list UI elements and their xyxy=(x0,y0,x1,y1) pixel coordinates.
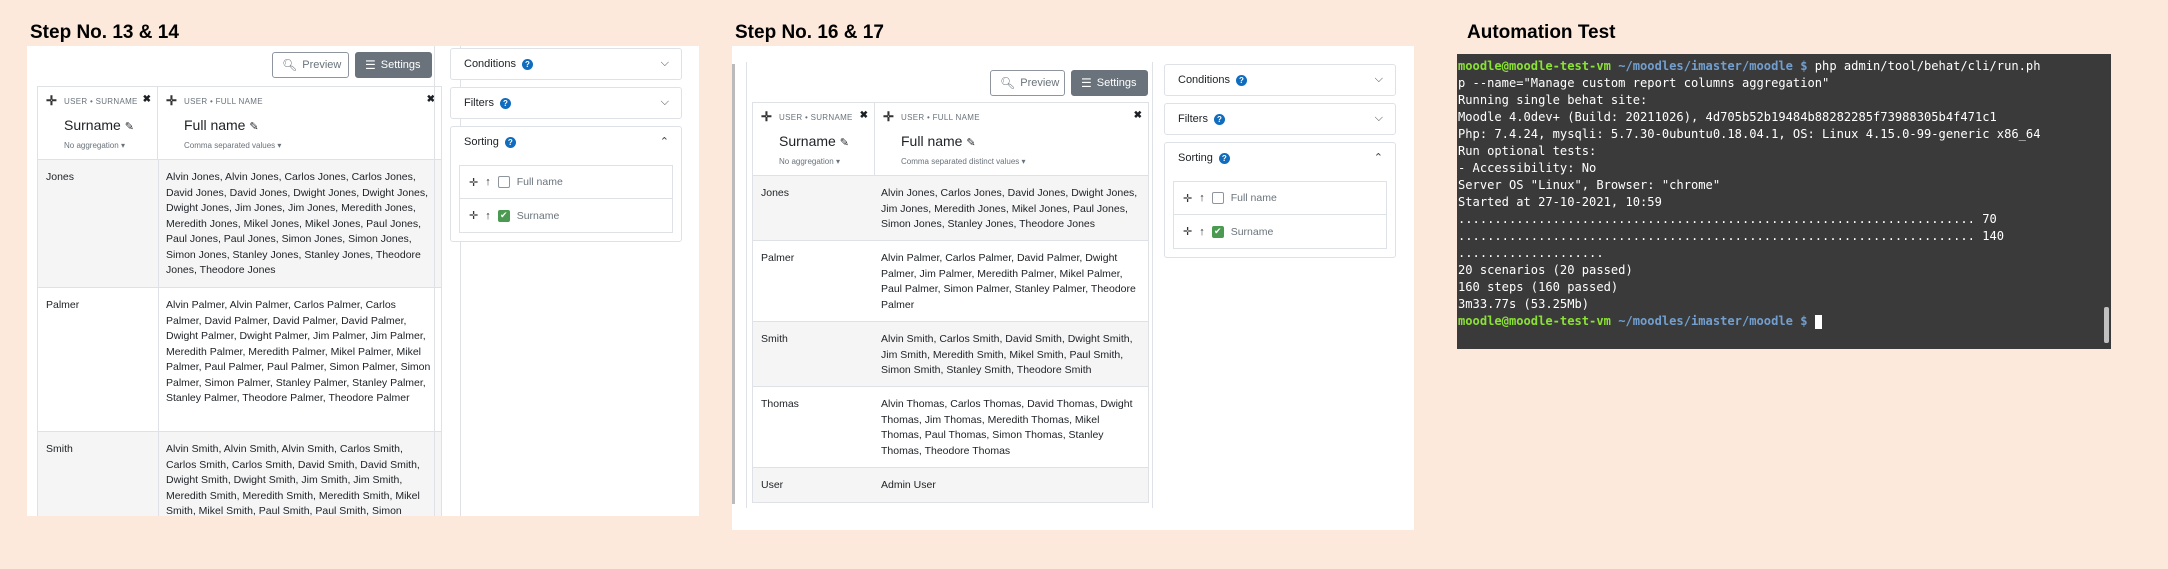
chevron-up-icon[interactable]: ⌃ xyxy=(1374,151,1383,164)
help-icon: ? xyxy=(1213,113,1225,125)
help-icon: ? xyxy=(1218,152,1230,164)
table-row: Jones Alvin Jones, Carlos Jones, David J… xyxy=(753,175,1148,241)
close-icon[interactable]: ✖ xyxy=(143,94,151,105)
filters-section[interactable]: Filters? ⌵ xyxy=(450,87,682,119)
report-table: ✛ USER • SURNAME ✖ Surname ✎ No aggregat… xyxy=(37,86,442,516)
report-table: ✛ USER • SURNAME ✖ Surname ✎ No aggregat… xyxy=(752,102,1149,503)
sorting-section: Sorting? ⌃ ✛ ↑ Full name ✛ ↑ ✔ Surname xyxy=(450,126,682,242)
arrow-up-icon: ↑ xyxy=(485,176,491,188)
sorting-section: Sorting? ⌃ ✛ ↑ Full name ✛ ↑ ✔ Surname xyxy=(1164,142,1396,258)
table-row: Palmer Alvin Palmer, Carlos Palmer, Davi… xyxy=(753,240,1148,322)
sort-checkbox[interactable] xyxy=(497,176,510,188)
arrow-up-icon: ↑ xyxy=(1199,225,1205,238)
conditions-section[interactable]: Conditions? ⌵ xyxy=(450,48,682,80)
table-row: Palmer Alvin Palmer, Alvin Palmer, Carlo… xyxy=(38,287,441,432)
filters-section[interactable]: Filters? ⌵ xyxy=(1164,103,1396,135)
pencil-icon: ✎ xyxy=(966,137,976,149)
aggregation-select[interactable]: No aggregation ▾ xyxy=(779,157,840,166)
chevron-down-icon[interactable]: ⌵ xyxy=(1375,73,1383,86)
help-icon: ? xyxy=(499,97,511,109)
arrow-up-icon: ↑ xyxy=(485,209,491,222)
help-icon: ? xyxy=(521,58,533,70)
search-icon: 🔍︎ xyxy=(1000,76,1016,90)
report-panel-step16: 🔍︎ Preview ☰ Settings ✛ USER • SURNAME ✖… xyxy=(732,46,1414,530)
move-icon[interactable]: ✛ xyxy=(166,93,177,109)
chevron-down-icon[interactable]: ⌵ xyxy=(1375,112,1383,125)
help-icon: ? xyxy=(1235,74,1247,86)
settings-sidebar: Conditions? ⌵ Filters? ⌵ Sorting? ⌃ ✛ ↑ F… xyxy=(450,48,682,288)
column-name[interactable]: Full name ✎ xyxy=(901,133,976,149)
close-icon[interactable]: ✖ xyxy=(860,110,868,121)
table-row: Smith Alvin Smith, Alvin Smith, Alvin Sm… xyxy=(38,431,441,516)
preview-button[interactable]: 🔍︎ Preview xyxy=(272,52,349,78)
aggregation-select[interactable]: Comma separated values ▾ xyxy=(184,141,281,150)
column-name[interactable]: Surname ✎ xyxy=(64,117,134,133)
step-title-automation: Automation Test xyxy=(1467,22,1616,43)
aggregation-select[interactable]: No aggregation ▾ xyxy=(64,141,125,150)
chevron-up-icon[interactable]: ⌃ xyxy=(660,135,669,148)
terminal-scrollbar[interactable] xyxy=(2104,307,2109,343)
report-panel-step13: 🔍︎ Preview ☰ Settings ✛ USER • SURNAME ✖… xyxy=(27,46,699,516)
aggregation-select[interactable]: Comma separated distinct values ▾ xyxy=(901,157,1026,166)
settings-sidebar: Conditions? ⌵ Filters? ⌵ Sorting? ⌃ ✛ ↑ F… xyxy=(1164,64,1396,304)
table-row: Jones Alvin Jones, Alvin Jones, Carlos J… xyxy=(38,159,441,288)
chevron-down-icon[interactable]: ⌵ xyxy=(661,96,669,109)
sort-checkbox[interactable] xyxy=(1211,192,1224,204)
column-name[interactable]: Full name ✎ xyxy=(184,117,259,133)
terminal-cursor xyxy=(1814,314,1822,329)
column-header-surname: ✛ USER • SURNAME ✖ Surname ✎ No aggregat… xyxy=(38,87,158,159)
sort-checkbox[interactable]: ✔ xyxy=(1211,225,1224,238)
sort-item-fullname[interactable]: ✛ ↑ Full name xyxy=(1173,181,1387,215)
column-header-surname: ✛ USER • SURNAME ✖ Surname ✎ No aggregat… xyxy=(753,103,875,175)
chevron-down-icon[interactable]: ⌵ xyxy=(661,57,669,70)
arrow-up-icon: ↑ xyxy=(1199,192,1205,204)
pencil-icon: ✎ xyxy=(124,121,134,133)
sliders-icon: ☰ xyxy=(365,58,376,72)
close-icon[interactable]: ✖ xyxy=(1134,110,1142,121)
terminal-prompt-line: moodle@moodle-test-vm ~/moodles/imaster/… xyxy=(1458,313,2111,330)
sort-item-surname[interactable]: ✛ ↑ ✔ Surname xyxy=(1173,215,1387,249)
move-icon[interactable]: ✛ xyxy=(46,93,57,109)
preview-button[interactable]: 🔍︎ Preview xyxy=(990,70,1065,96)
move-icon[interactable]: ✛ xyxy=(761,109,772,125)
terminal-window[interactable]: moodle@moodle-test-vm ~/moodles/imaster/… xyxy=(1457,54,2111,349)
move-icon: ✛ xyxy=(1183,226,1193,238)
sort-item-surname[interactable]: ✛ ↑ ✔ Surname xyxy=(459,199,673,233)
search-icon: 🔍︎ xyxy=(282,58,298,72)
help-icon: ? xyxy=(504,136,516,148)
settings-button[interactable]: ☰ Settings xyxy=(1071,70,1148,96)
pencil-icon: ✎ xyxy=(839,137,849,149)
table-row: User Admin User xyxy=(753,467,1148,502)
move-icon: ✛ xyxy=(469,176,479,189)
terminal-command-line: moodle@moodle-test-vm ~/moodles/imaster/… xyxy=(1458,59,2041,73)
sort-checkbox[interactable]: ✔ xyxy=(497,209,510,222)
move-icon[interactable]: ✛ xyxy=(883,109,894,125)
column-name[interactable]: Surname ✎ xyxy=(779,133,849,149)
move-icon: ✛ xyxy=(1183,192,1193,205)
move-icon: ✛ xyxy=(469,210,479,222)
sort-item-fullname[interactable]: ✛ ↑ Full name xyxy=(459,165,673,199)
settings-button[interactable]: ☰ Settings xyxy=(355,52,432,78)
conditions-section[interactable]: Conditions? ⌵ xyxy=(1164,64,1396,96)
table-row: Thomas Alvin Thomas, Carlos Thomas, Davi… xyxy=(753,386,1148,468)
step-title-13-14: Step No. 13 & 14 xyxy=(30,22,179,43)
column-header-fullname: ✛ USER • FULL NAME ✖ Full name ✎ Comma s… xyxy=(166,93,435,150)
column-header-fullname: ✛ USER • FULL NAME ✖ Full name ✎ Comma s… xyxy=(883,109,1142,166)
sliders-icon: ☰ xyxy=(1081,76,1092,90)
pencil-icon: ✎ xyxy=(249,121,259,133)
step-title-16-17: Step No. 16 & 17 xyxy=(735,22,884,43)
table-row: Smith Alvin Smith, Carlos Smith, David S… xyxy=(753,321,1148,387)
